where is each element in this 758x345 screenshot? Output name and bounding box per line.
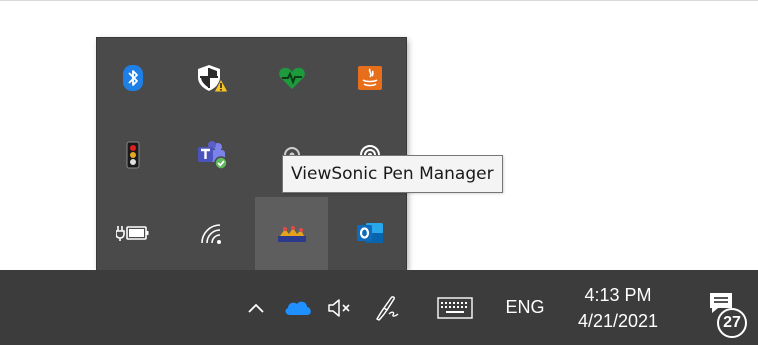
touch-keyboard-button[interactable]	[428, 270, 482, 345]
clock-button[interactable]: 4:13 PM 4/21/2021	[560, 270, 676, 345]
taskbar: ENG 4:13 PM 4/21/2021	[0, 270, 758, 345]
battery-charging-icon	[116, 226, 149, 241]
tooltip-text: ViewSonic Pen Manager	[291, 164, 494, 184]
viewsonic-pen-manager-icon	[277, 225, 306, 242]
tray-item-viewsonic-pen-manager[interactable]	[255, 197, 328, 270]
onedrive-icon	[285, 301, 311, 315]
java-update-icon	[358, 66, 382, 90]
notification-count-badge[interactable]: 27	[717, 308, 747, 338]
health-monitor-icon	[279, 67, 305, 89]
pen-workspace-icon	[376, 295, 399, 321]
tray-item-battery[interactable]	[97, 198, 169, 268]
tray-item-windows-security[interactable]	[176, 43, 248, 113]
volume-button[interactable]	[320, 270, 360, 345]
bluetooth-icon	[123, 65, 143, 91]
tray-overflow-flyout	[97, 38, 406, 270]
notification-count: 27	[723, 314, 741, 331]
wifi-icon	[201, 224, 221, 244]
tooltip: ViewSonic Pen Manager	[282, 155, 503, 193]
show-hidden-icons-button[interactable]	[236, 270, 276, 345]
chevron-up-icon	[248, 303, 264, 313]
usb-traffic-light-icon	[126, 141, 140, 169]
pen-workspace-button[interactable]	[366, 270, 408, 345]
windows-security-warning-icon	[198, 65, 229, 93]
tray-item-java-update[interactable]	[334, 43, 406, 113]
input-language-button[interactable]: ENG	[496, 270, 554, 345]
tray-item-health-monitor[interactable]	[256, 43, 328, 113]
clock-time: 4:13 PM	[584, 284, 652, 305]
microsoft-teams-icon	[198, 141, 228, 170]
tray-item-wifi[interactable]	[176, 198, 248, 268]
tray-item-microsoft-teams[interactable]	[176, 120, 248, 190]
onedrive-button[interactable]	[278, 270, 318, 345]
volume-muted-icon	[328, 298, 350, 317]
tray-item-usb-traffic-light[interactable]	[97, 120, 169, 190]
clock-date: 4/21/2021	[577, 310, 659, 331]
outlook-icon	[357, 223, 383, 243]
tray-item-bluetooth[interactable]	[97, 43, 169, 113]
touch-keyboard-icon	[437, 296, 473, 319]
input-language-label: ENG	[505, 297, 545, 317]
tray-item-outlook[interactable]	[334, 198, 406, 268]
